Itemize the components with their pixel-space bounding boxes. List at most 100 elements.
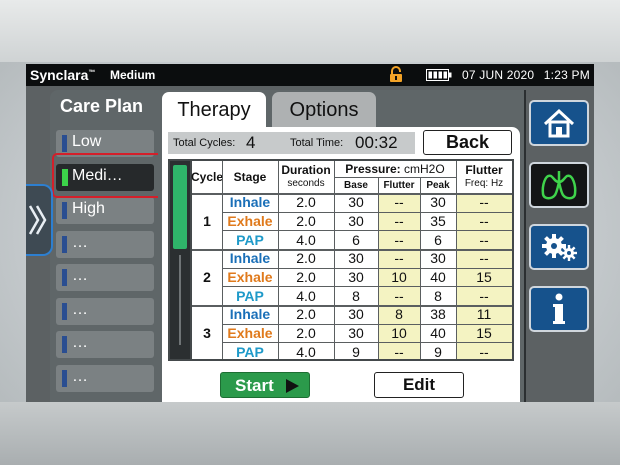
care-plan-item[interactable]: …: [56, 364, 154, 392]
cell-duration: 2.0: [296, 269, 316, 285]
total-cycles-value: 4: [246, 133, 256, 152]
lungs-icon: [541, 171, 577, 200]
care-plan-item-label: Low: [72, 133, 102, 150]
header-duration-label: Duration: [281, 163, 331, 177]
cell-freq: 11: [476, 306, 492, 323]
cell-duration: 2.0: [296, 325, 316, 342]
cell-peak: 30: [430, 194, 446, 211]
care-plan-item-label: High: [72, 200, 105, 217]
cell-peak: 30: [430, 250, 446, 267]
care-plan-item-label: …: [72, 334, 88, 351]
start-button[interactable]: Start: [220, 372, 310, 398]
cell-peak: 6: [434, 231, 442, 248]
cell-duration: 4.0: [296, 231, 316, 248]
cell-peak: 40: [430, 269, 446, 285]
device-screen: Synclara™ Medium 07 JUN 2020 1:23 PM Car…: [26, 64, 594, 402]
home-icon: [543, 108, 575, 138]
cell-peak: 9: [434, 343, 442, 360]
care-plan-item[interactable]: …: [56, 331, 154, 358]
header-duration-unit: seconds: [287, 178, 325, 189]
info-icon: [553, 293, 565, 324]
cell-duration: 4.0: [296, 287, 316, 304]
lock-icon[interactable]: [389, 66, 403, 83]
total-time-label: Total Time:: [290, 137, 344, 149]
table-column-divider: [334, 161, 335, 359]
care-plan-item-label: …: [72, 300, 88, 318]
sidebar-collapse-tab[interactable]: [26, 184, 53, 256]
header-pressure-label: Pressure:: [345, 162, 401, 176]
time: 1:23 PM: [543, 68, 590, 82]
play-icon: [286, 379, 299, 393]
header-duration: Duration seconds: [278, 161, 334, 193]
plan-marker: [62, 135, 67, 152]
cell-peak: 40: [430, 325, 446, 342]
cell-freq: --: [479, 343, 489, 360]
table-column-divider: [456, 161, 457, 359]
therapy-content: Total Cycles: 4 Total Time: 00:32 Back C…: [162, 127, 520, 402]
therapy-table: Cycle Stage Duration seconds Pressure: cmH2O…: [191, 161, 512, 360]
cell-flutter: 10: [391, 269, 407, 285]
current-mode: Medium: [110, 68, 156, 82]
header-peak: Peak: [426, 179, 450, 191]
background-bottom: [0, 402, 620, 465]
date: 07 JUN 2020: [462, 68, 535, 82]
cell-peak: 38: [430, 306, 446, 323]
table-column-divider: [222, 161, 223, 359]
cell-base: 30: [348, 212, 364, 229]
totals-bar: Total Cycles: 4 Total Time: 00:32: [168, 132, 415, 154]
cycle-divider: [192, 249, 512, 251]
cell-base: 30: [348, 306, 364, 323]
header-pressure-unit: cmH2O: [404, 162, 445, 176]
care-plan-item[interactable]: High: [56, 197, 154, 224]
care-plan-item[interactable]: …: [56, 230, 154, 258]
start-button-label: Start: [235, 376, 274, 395]
care-plan-sidebar: Care Plan Low Medi… High……………: [50, 90, 160, 402]
cell-flutter: --: [394, 343, 404, 360]
cycle-number: 1: [203, 213, 211, 229]
cell-duration: 2.0: [296, 194, 316, 211]
cell-freq: --: [479, 250, 489, 267]
header-flutter-freq-label: Flutter: [465, 163, 503, 177]
cell-flutter: --: [394, 231, 404, 248]
cell-duration: 2.0: [296, 250, 316, 267]
background-top: [0, 0, 620, 62]
cell-flutter: --: [394, 250, 404, 267]
row-divider: [222, 211, 512, 213]
home-button[interactable]: [529, 100, 589, 146]
cell-freq: --: [479, 231, 489, 248]
cycle-number: 3: [203, 325, 211, 342]
cell-duration: 2.0: [296, 306, 316, 323]
plan-marker: [62, 269, 67, 286]
tab-therapy[interactable]: Therapy: [162, 92, 266, 128]
row-divider: [222, 230, 512, 232]
care-plan-item-label: …: [72, 233, 88, 251]
care-plan-item[interactable]: …: [56, 264, 154, 291]
tab-options[interactable]: Options: [272, 92, 376, 128]
edit-button[interactable]: Edit: [374, 372, 464, 398]
app-name: Synclara: [30, 67, 89, 83]
table-header-divider: [192, 193, 512, 195]
info-button[interactable]: [529, 286, 589, 332]
care-plan-item[interactable]: …: [56, 297, 154, 325]
date-time: 07 JUN 2020 1:23 PM: [462, 68, 590, 82]
table-header-subdivider: [334, 177, 456, 178]
total-time-value: 00:32: [355, 133, 398, 152]
cell-base: 9: [352, 343, 360, 360]
header-flutter: Flutter: [383, 179, 415, 191]
scrollbar-thumb[interactable]: [173, 165, 187, 249]
cell-flutter: 8: [395, 306, 403, 323]
cell-base: 6: [352, 231, 360, 248]
main-panel: Therapy Options Total Cycles: 4 Total Ti…: [158, 90, 524, 402]
settings-button[interactable]: [529, 224, 589, 270]
stage-exhale: Exhale: [227, 212, 273, 229]
status-bar: Synclara™ Medium 07 JUN 2020 1:23 PM: [26, 64, 594, 86]
cell-peak: 8: [434, 287, 442, 304]
therapy-lungs-button[interactable]: [529, 162, 589, 208]
stage-pap: PAP: [236, 287, 264, 304]
table-scrollbar[interactable]: [170, 161, 190, 359]
double-chevron-right-icon: [28, 205, 47, 235]
header-stage: Stage: [233, 170, 267, 184]
stage-exhale: Exhale: [227, 325, 273, 342]
back-button[interactable]: Back: [423, 130, 512, 155]
header-base: Base: [344, 179, 368, 191]
